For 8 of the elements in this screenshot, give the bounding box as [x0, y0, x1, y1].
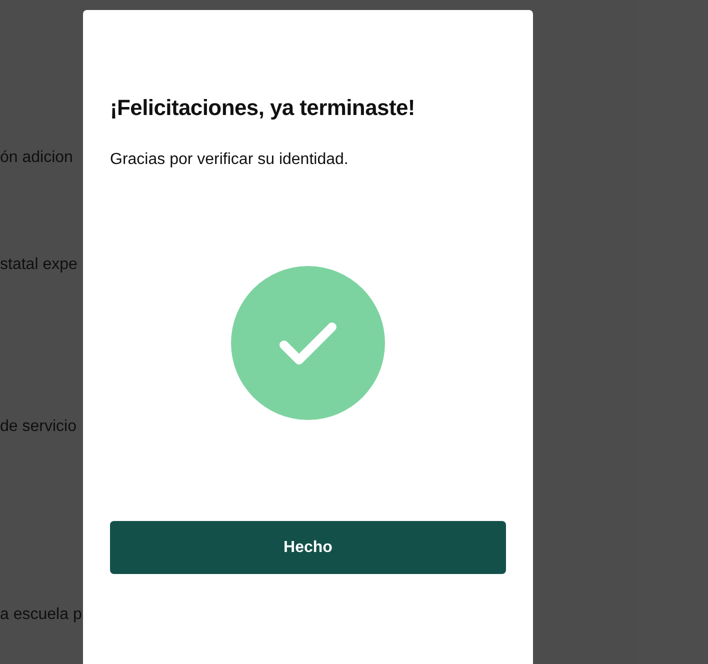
- dialog-message: Gracias por verificar su identidad.: [110, 150, 350, 170]
- done-button[interactable]: Hecho: [110, 521, 506, 574]
- background-text: ón adicion: [0, 148, 74, 168]
- background-text: a escuela p: [0, 605, 83, 625]
- background-text: statal expe: [0, 255, 78, 275]
- checkmark-icon: [231, 266, 385, 420]
- dialog-title: ¡Felicitaciones, ya terminaste!: [110, 94, 416, 122]
- background-text: de servicio: [0, 417, 78, 437]
